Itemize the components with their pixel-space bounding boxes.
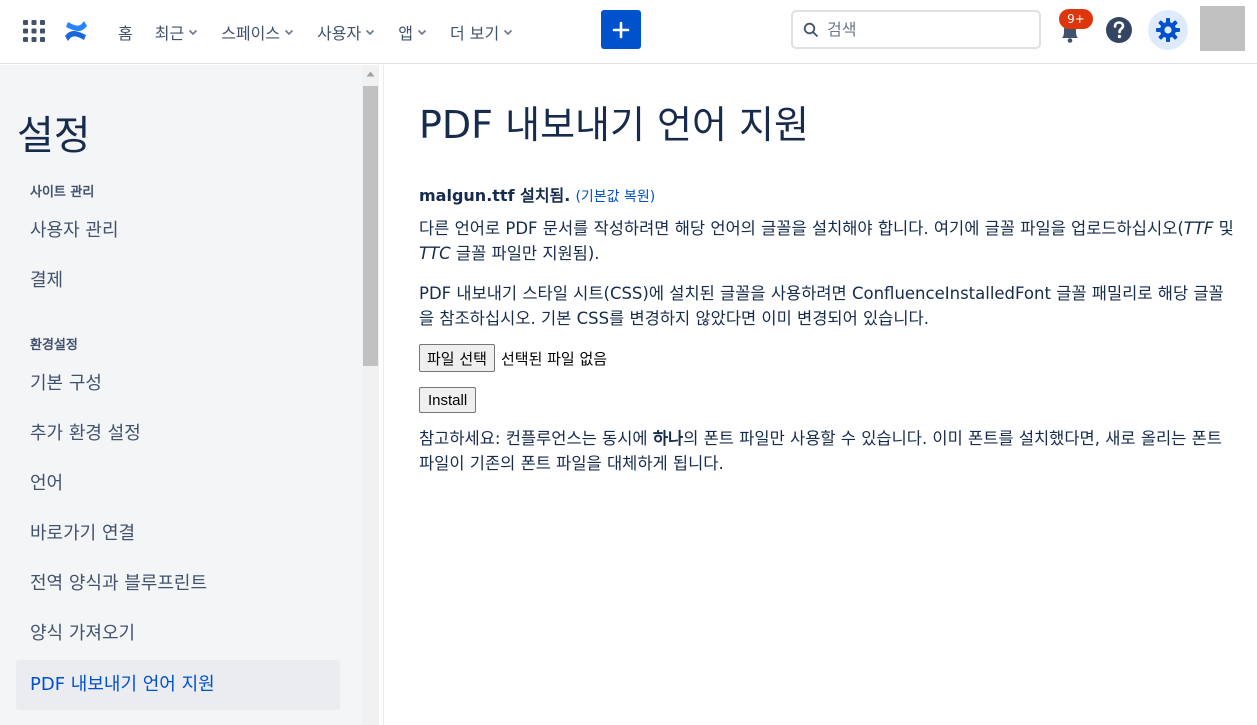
nav-recent-label: 최근 [154, 24, 185, 43]
settings-button[interactable] [1148, 10, 1188, 50]
create-button[interactable] [601, 10, 641, 49]
sidebar-item-billing[interactable]: 결제 [16, 256, 340, 306]
installed-font-status: malgun.ttf 설치됨. [419, 186, 571, 205]
sidebar-item-general-config[interactable]: 기본 구성 [16, 359, 340, 409]
ttf-text: TTF [1183, 219, 1214, 238]
chevron-down-icon [417, 29, 427, 36]
nav-home-label: 홈 [118, 24, 133, 43]
sidebar-divider [383, 65, 384, 725]
chevron-down-icon [189, 29, 198, 36]
instructions-text-a: 다른 언어로 PDF 문서를 작성하려면 해당 언어의 글꼴을 설치해야 합니다… [419, 219, 1184, 238]
sidebar-item-user-management[interactable]: 사용자 관리 [16, 206, 340, 256]
sidebar-heading-preferences: 환경설정 [30, 338, 78, 353]
sidebar-scrollbar[interactable] [362, 65, 379, 725]
nav-people[interactable]: 사용자 [309, 12, 384, 52]
sidebar-heading-site-admin: 사이트 관리 [30, 185, 95, 200]
instructions-paragraph: 다른 언어로 PDF 문서를 작성하려면 해당 언어의 글꼴을 설치해야 합니다… [419, 216, 1234, 266]
file-upload: 파일 선택 선택된 파일 없음 [419, 344, 607, 372]
instructions-text-b: 및 [1213, 219, 1234, 238]
note-paragraph: 참고하세요: 컨플루언스는 동시에 하나의 폰트 파일만 사용할 수 있습니다.… [419, 426, 1234, 476]
notification-badge: 9+ [1059, 9, 1093, 29]
ttc-text: TTC [419, 244, 451, 263]
css-paragraph: PDF 내보내기 스타일 시트(CSS)에 설치된 글꼴을 사용하려면 Conf… [419, 284, 1224, 328]
sidebar-title: 설정 [17, 113, 91, 159]
sidebar-item-pdf-export-language[interactable]: PDF 내보내기 언어 지원 [16, 660, 340, 710]
chevron-down-icon [504, 29, 513, 36]
nav-apps[interactable]: 앱 [390, 12, 436, 52]
instructions-text-c: 글꼴 파일만 지원됨). [450, 244, 600, 263]
sidebar-item-further-config[interactable]: 추가 환경 설정 [16, 409, 340, 459]
search-input[interactable] [827, 20, 1007, 39]
nav-more-label: 더 보기 [449, 24, 500, 43]
nav-spaces-label: 스페이스 [221, 24, 281, 43]
nav-more[interactable]: 더 보기 [442, 12, 522, 52]
font-status: malgun.ttf 설치됨. (기본값 복원) [419, 182, 655, 206]
search-field[interactable] [791, 10, 1041, 49]
confluence-logo[interactable] [62, 17, 90, 45]
sidebar-item-language[interactable]: 언어 [16, 459, 340, 509]
settings-sidebar: 설정 사이트 관리 사용자 관리 결제 환경설정 기본 구성 추가 환경 설정 … [0, 65, 362, 725]
gear-icon [1156, 18, 1180, 42]
plus-icon [612, 21, 630, 38]
page-title: PDF 내보내기 언어 지원 [419, 103, 809, 147]
restore-default-link[interactable]: (기본값 복원) [575, 189, 655, 205]
app-grid-icon[interactable] [22, 19, 46, 43]
sidebar-item-import-templates[interactable]: 양식 가져오기 [16, 609, 340, 659]
no-file-selected-text: 선택된 파일 없음 [500, 349, 608, 368]
avatar[interactable] [1200, 6, 1245, 51]
scroll-up-arrow-icon[interactable] [362, 71, 379, 81]
nav-people-label: 사용자 [317, 24, 362, 43]
note-bold-text: 하나 [652, 429, 684, 448]
sidebar-item-shortcut-links[interactable]: 바로가기 연결 [16, 509, 340, 559]
search-icon [803, 22, 818, 37]
scrollbar-thumb[interactable] [363, 86, 378, 366]
nav-apps-label: 앱 [398, 24, 413, 43]
chevron-down-icon [285, 29, 294, 36]
primary-nav: 홈 최근 스페이스 사용자 앱 더 보기 [110, 0, 528, 64]
nav-home[interactable]: 홈 [110, 12, 141, 52]
top-navigation: 홈 최근 스페이스 사용자 앱 더 보기 9+ [0, 0, 1257, 64]
help-button[interactable] [1104, 15, 1134, 45]
sidebar-item-global-templates[interactable]: 전역 양식과 블루프린트 [16, 559, 340, 609]
install-button[interactable]: Install [419, 387, 477, 413]
nav-spaces[interactable]: 스페이스 [213, 12, 303, 52]
chevron-down-icon [366, 29, 375, 36]
nav-recent[interactable]: 최근 [147, 12, 207, 52]
choose-file-button[interactable]: 파일 선택 [419, 344, 495, 372]
note-text-a: 참고하세요: 컨플루언스는 동시에 [419, 429, 653, 448]
help-icon [1106, 17, 1132, 43]
